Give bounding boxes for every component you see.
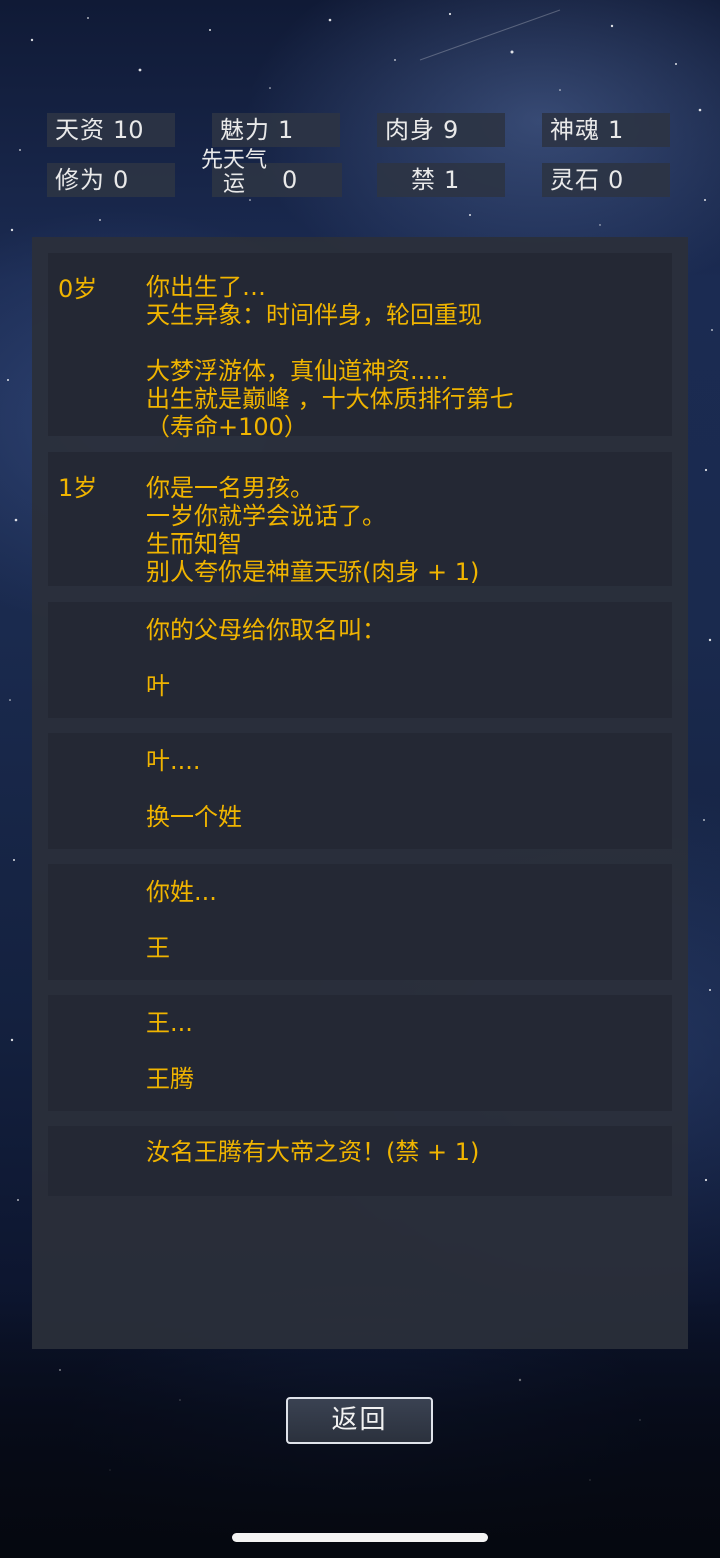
stat-body: 肉身 9 [377,113,505,147]
log-entry: 1岁 你是一名男孩。 一岁你就学会说话了。 生而知智 别人夸你是神童天骄(肉身 … [48,452,672,586]
log-entry-text: 王... 王腾 [146,1009,661,1093]
log-line: 大梦浮游体，真仙道神资..... [146,357,449,385]
log-line: 出生就是巅峰 ，十大体质排行第七 [146,385,514,413]
log-line: （寿命+100） [146,413,308,441]
stat-soul: 神魂 1 [542,113,670,147]
log-line: 一岁你就学会说话了。 [146,502,386,530]
log-line: 王 [146,934,170,962]
stat-cultivation-value: 0 [113,166,129,194]
log-line-spacer [146,1037,661,1065]
stat-spirit-stone: 灵石 0 [542,163,670,197]
stat-cultivation: 修为 0 [47,163,175,197]
stat-innate-luck-label: 先天气运 [200,148,267,197]
log-line: 王... [146,1009,193,1037]
log-line-spacer [146,329,661,357]
log-entry: 王... 王腾 [48,995,672,1111]
log-entry: 你姓... 王 [48,864,672,980]
stat-cultivation-label: 修为 [55,166,105,194]
log-line: 天生异象：时间伴身，轮回重现 [146,301,482,329]
stat-body-label: 肉身 [385,116,435,144]
stat-body-value: 9 [443,116,459,144]
stat-spirit-stone-label: 灵石 [550,166,600,194]
stat-charm: 魅力 1 [212,113,340,147]
log-line: 别人夸你是神童天骄(肉身 + 1) [146,558,480,586]
stat-forbidden-value: 1 [444,166,460,194]
log-line: 你出生了… [146,273,266,301]
life-log-panel[interactable]: 0岁 你出生了… 天生异象：时间伴身，轮回重现 大梦浮游体，真仙道神资.....… [32,237,688,1349]
log-line: 换一个姓 [146,803,242,831]
stat-innate-luck: 先天气运 0 [194,149,344,197]
back-button[interactable]: 返回 [286,1397,433,1444]
log-line-spacer [146,644,661,672]
log-line: 你是一名男孩。 [146,474,314,502]
log-entry: 你的父母给你取名叫： 叶 [48,602,672,718]
log-entry-text: 你出生了… 天生异象：时间伴身，轮回重现 大梦浮游体，真仙道神资..... 出生… [146,273,661,441]
log-line-spacer [146,906,661,934]
stat-charm-value: 1 [278,116,294,144]
log-entry-text: 汝名王腾有大帝之资！(禁 + 1) [146,1138,661,1166]
log-line: 王腾 [146,1065,194,1093]
log-line: 你的父母给你取名叫： [146,616,386,644]
log-line-spacer [146,775,661,803]
stat-forbidden: 禁1 [377,163,505,197]
stat-soul-label: 神魂 [550,116,600,144]
log-entry: 叶.... 换一个姓 [48,733,672,849]
log-entry-age: 0岁 [58,275,98,303]
log-entry-text: 你的父母给你取名叫： 叶 [146,616,661,700]
log-line: 生而知智 [146,530,242,558]
stat-soul-value: 1 [608,116,624,144]
log-entry-text: 你是一名男孩。 一岁你就学会说话了。 生而知智 别人夸你是神童天骄(肉身 + 1… [146,474,661,586]
stat-spirit-stone-value: 0 [608,166,624,194]
log-entry: 0岁 你出生了… 天生异象：时间伴身，轮回重现 大梦浮游体，真仙道神资.....… [48,253,672,441]
home-indicator[interactable] [232,1533,488,1542]
log-entry-text: 你姓... 王 [146,878,661,962]
log-line: 你姓... [146,878,217,906]
stat-forbidden-label: 禁 [411,166,436,194]
log-line: 叶 [146,672,170,700]
log-line: 汝名王腾有大帝之资！(禁 + 1) [146,1138,480,1166]
stat-innate-luck-value: 0 [282,166,298,194]
log-entry-text: 叶.... 换一个姓 [146,747,661,831]
log-entry: 汝名王腾有大帝之资！(禁 + 1) [48,1126,672,1196]
stat-talent-label: 天资 [55,116,105,144]
stat-charm-label: 魅力 [220,116,270,144]
game-screen: 天资 10 魅力 1 肉身 9 神魂 1 修为 0 先天气运 0 禁1 灵石 0 0岁 你出… [0,0,720,1558]
stat-talent-value: 10 [113,116,144,144]
log-entry-age: 1岁 [58,474,98,502]
log-line: 叶.... [146,747,201,775]
stat-talent: 天资 10 [47,113,175,147]
